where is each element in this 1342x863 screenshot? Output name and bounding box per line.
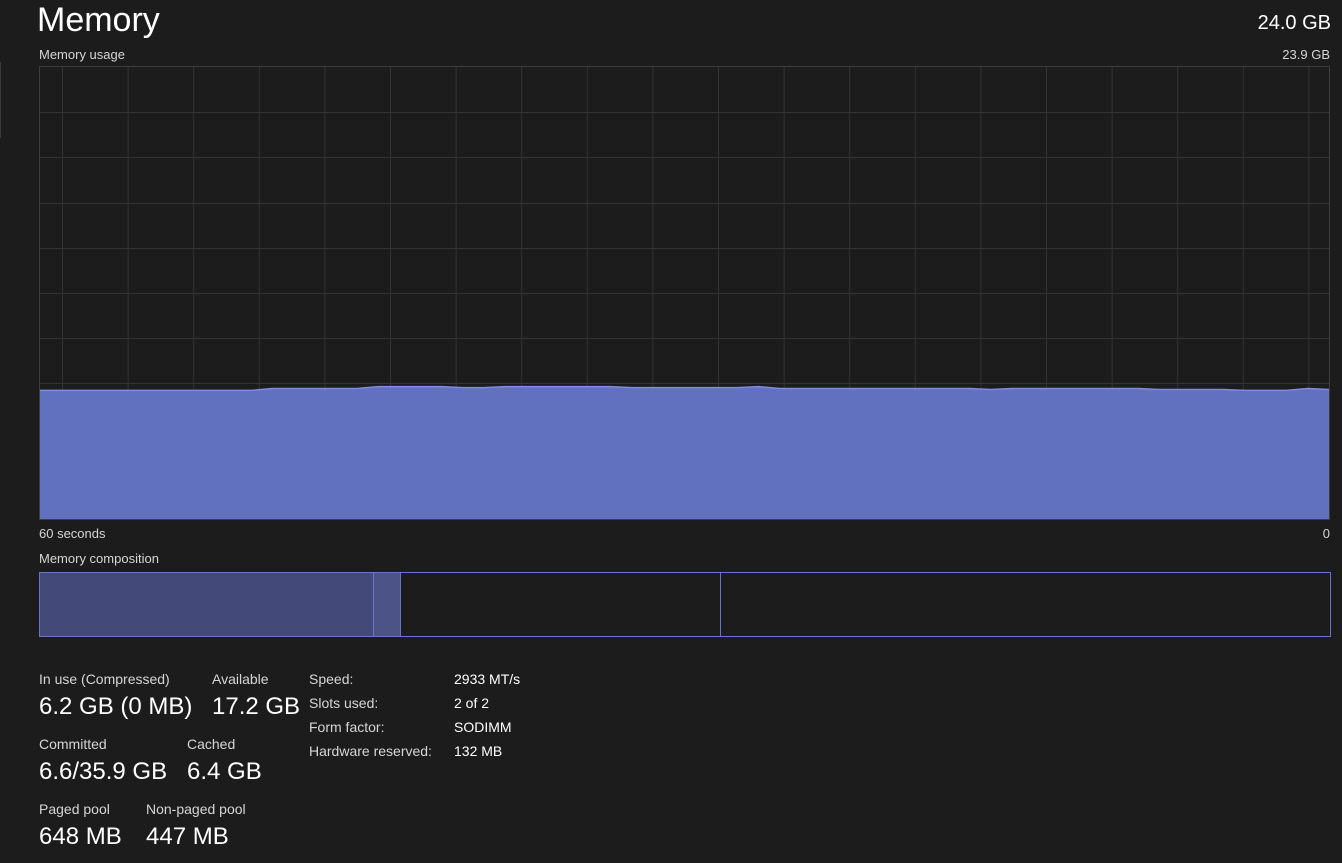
slots-used-label: Slots used:: [309, 695, 379, 711]
composition-modified-segment[interactable]: [374, 573, 401, 636]
speed-value: 2933 MT/s: [454, 671, 521, 687]
non-paged-pool-label: Non-paged pool: [146, 801, 246, 817]
speed-label: Speed:: [309, 671, 354, 687]
paged-pool-label: Paged pool: [39, 801, 110, 817]
usage-area: [40, 386, 1329, 519]
in-use-value: 6.2 GB (0 MB): [39, 693, 193, 720]
memory-usage-chart: [40, 67, 1329, 519]
paged-pool-value: 648 MB: [39, 823, 122, 850]
hardware-reserved-value: 132 MB: [454, 743, 503, 759]
slots-used-value: 2 of 2: [454, 695, 490, 711]
composition-label: Memory composition: [39, 551, 159, 566]
committed-label: Committed: [39, 736, 107, 752]
in-use-label: In use (Compressed): [39, 671, 170, 687]
total-memory: 24.0 GB: [1257, 12, 1331, 34]
time-axis-end: 0: [1322, 526, 1330, 541]
left-divider: [0, 62, 1, 138]
non-paged-pool-value: 447 MB: [146, 823, 229, 850]
cached-value: 6.4 GB: [187, 758, 262, 785]
committed-value: 6.6/35.9 GB: [39, 758, 168, 785]
usage-graph-max: 23.9 GB: [1282, 47, 1330, 62]
available-value: 17.2 GB: [212, 693, 301, 720]
hardware-reserved-label: Hardware reserved:: [309, 743, 432, 759]
memory-composition-bar[interactable]: [39, 572, 1331, 637]
memory-usage-graph: [39, 66, 1330, 520]
composition-free-segment[interactable]: [721, 573, 1330, 636]
composition-standby-segment[interactable]: [401, 573, 721, 636]
composition-in-use-segment[interactable]: [40, 573, 374, 636]
form-factor-value: SODIMM: [454, 719, 512, 735]
cached-label: Cached: [187, 736, 236, 752]
memory-performance-page: Memory 24.0 GB Memory usage 23.9 GB 60 s…: [0, 0, 1342, 863]
usage-graph-label: Memory usage: [39, 47, 125, 62]
time-axis-start: 60 seconds: [39, 526, 106, 541]
available-label: Available: [212, 671, 269, 687]
form-factor-label: Form factor:: [309, 719, 385, 735]
page-title: Memory: [37, 1, 160, 39]
